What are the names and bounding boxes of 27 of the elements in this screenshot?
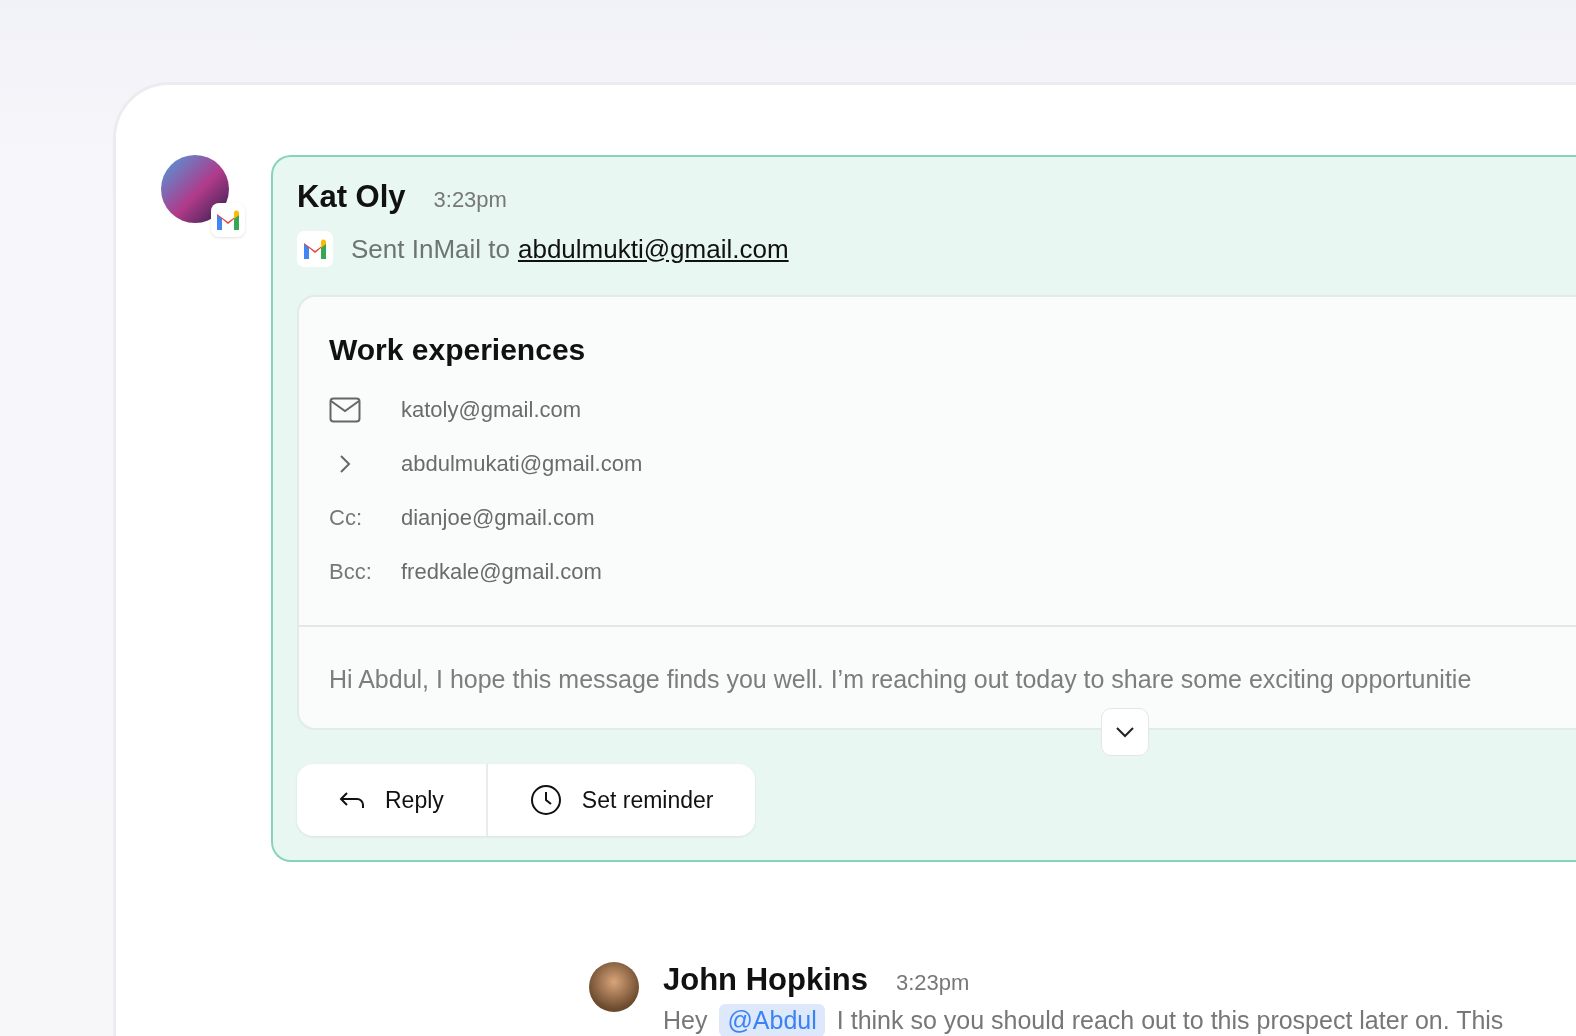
comment-time: 3:23pm (895, 970, 970, 996)
clock-icon (529, 784, 562, 816)
comment-text: I think so you should reach out to this prospect later on. This (836, 1006, 1504, 1035)
reply-button[interactable]: Reply (297, 764, 486, 836)
reminder-button[interactable]: Set reminder (485, 764, 756, 836)
email-title: Work experiences (329, 333, 587, 367)
recipient-link[interactable]: abdulmukti@gmail.com (518, 233, 789, 265)
message-time: 3:23pm (433, 187, 507, 213)
expand-button[interactable] (1101, 708, 1149, 756)
field-value: abdulmukati@gmail.com (401, 451, 644, 477)
field-value: katoly@gmail.com (401, 397, 583, 423)
avatar (589, 962, 639, 1012)
reply-arrow-icon (339, 790, 365, 810)
mail-logo-icon (302, 239, 328, 259)
chevron-right-icon (339, 454, 351, 474)
mail-icon (329, 397, 361, 423)
greeting-text: Hey (663, 1006, 708, 1035)
chevron-down-icon (1115, 726, 1135, 738)
sender-name: Kat Oly (297, 179, 406, 215)
field-value: dianjoe@gmail.com (401, 505, 596, 531)
mail-logo-icon (215, 210, 241, 230)
email-body: Hi Abdul, I hope this message finds you well. I’m reaching out today to share some exciting opportunitie (328, 664, 1473, 695)
action-text: Sent InMail to (351, 233, 510, 265)
field-value: fredkale@gmail.com (401, 559, 603, 585)
field-label: Bcc: (329, 559, 373, 585)
sender-name: John Hopkins (663, 962, 868, 998)
field-label: Cc: (329, 505, 363, 531)
